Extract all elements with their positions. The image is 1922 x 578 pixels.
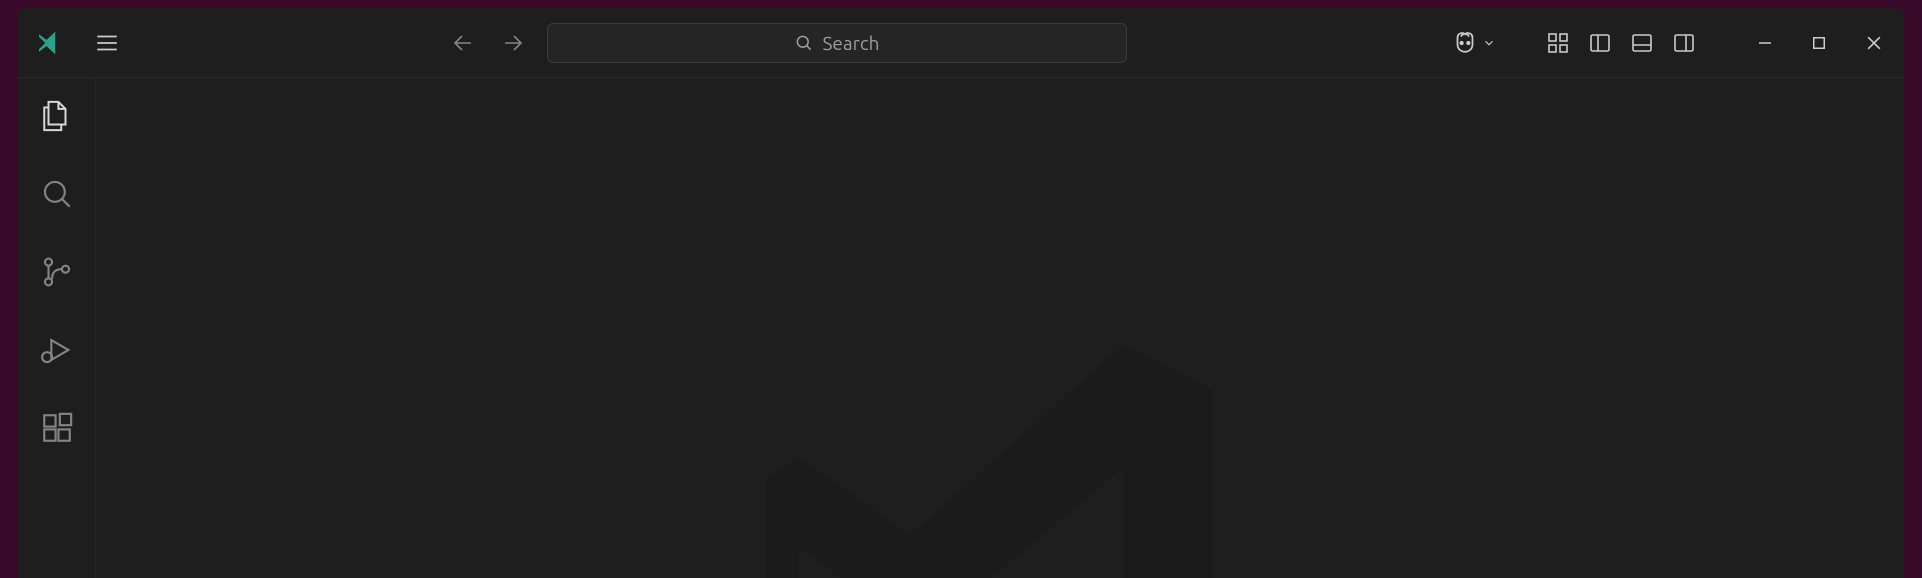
titlebar-center-group: Search bbox=[124, 23, 1450, 63]
titlebar-right-group bbox=[1450, 28, 1888, 58]
source-control-icon bbox=[40, 255, 74, 289]
toggle-secondary-sidebar-button[interactable] bbox=[1672, 31, 1696, 55]
copilot-icon bbox=[1450, 28, 1480, 58]
minimize-button[interactable] bbox=[1752, 30, 1778, 56]
nav-back-button[interactable] bbox=[447, 27, 479, 59]
customize-layout-button[interactable] bbox=[1546, 31, 1570, 55]
nav-arrows bbox=[447, 27, 529, 59]
files-icon bbox=[40, 99, 74, 133]
window-controls bbox=[1752, 29, 1888, 57]
vscode-window: Search bbox=[18, 8, 1904, 578]
extensions-tab[interactable] bbox=[33, 404, 81, 452]
explorer-tab[interactable] bbox=[33, 92, 81, 140]
extensions-icon bbox=[40, 411, 74, 445]
chevron-down-icon bbox=[1482, 36, 1496, 50]
search-icon bbox=[40, 177, 74, 211]
debug-icon bbox=[40, 333, 74, 367]
command-center-search[interactable]: Search bbox=[547, 23, 1127, 63]
maximize-button[interactable] bbox=[1806, 30, 1832, 56]
toggle-panel-button[interactable] bbox=[1630, 31, 1654, 55]
activity-bar bbox=[18, 78, 96, 578]
source-control-tab[interactable] bbox=[33, 248, 81, 296]
run-debug-tab[interactable] bbox=[33, 326, 81, 374]
titlebar: Search bbox=[18, 8, 1904, 78]
editor-area bbox=[96, 78, 1904, 578]
vscode-watermark-icon bbox=[720, 300, 1280, 578]
menu-button[interactable] bbox=[90, 26, 124, 60]
layout-controls bbox=[1546, 31, 1696, 55]
titlebar-left-group bbox=[34, 26, 124, 60]
search-icon bbox=[794, 33, 814, 53]
toggle-primary-sidebar-button[interactable] bbox=[1588, 31, 1612, 55]
close-button[interactable] bbox=[1860, 29, 1888, 57]
search-placeholder-text: Search bbox=[822, 32, 879, 54]
copilot-button[interactable] bbox=[1450, 28, 1496, 58]
nav-forward-button[interactable] bbox=[497, 27, 529, 59]
vscode-logo-icon bbox=[34, 28, 64, 58]
search-tab[interactable] bbox=[33, 170, 81, 218]
body-area bbox=[18, 78, 1904, 578]
